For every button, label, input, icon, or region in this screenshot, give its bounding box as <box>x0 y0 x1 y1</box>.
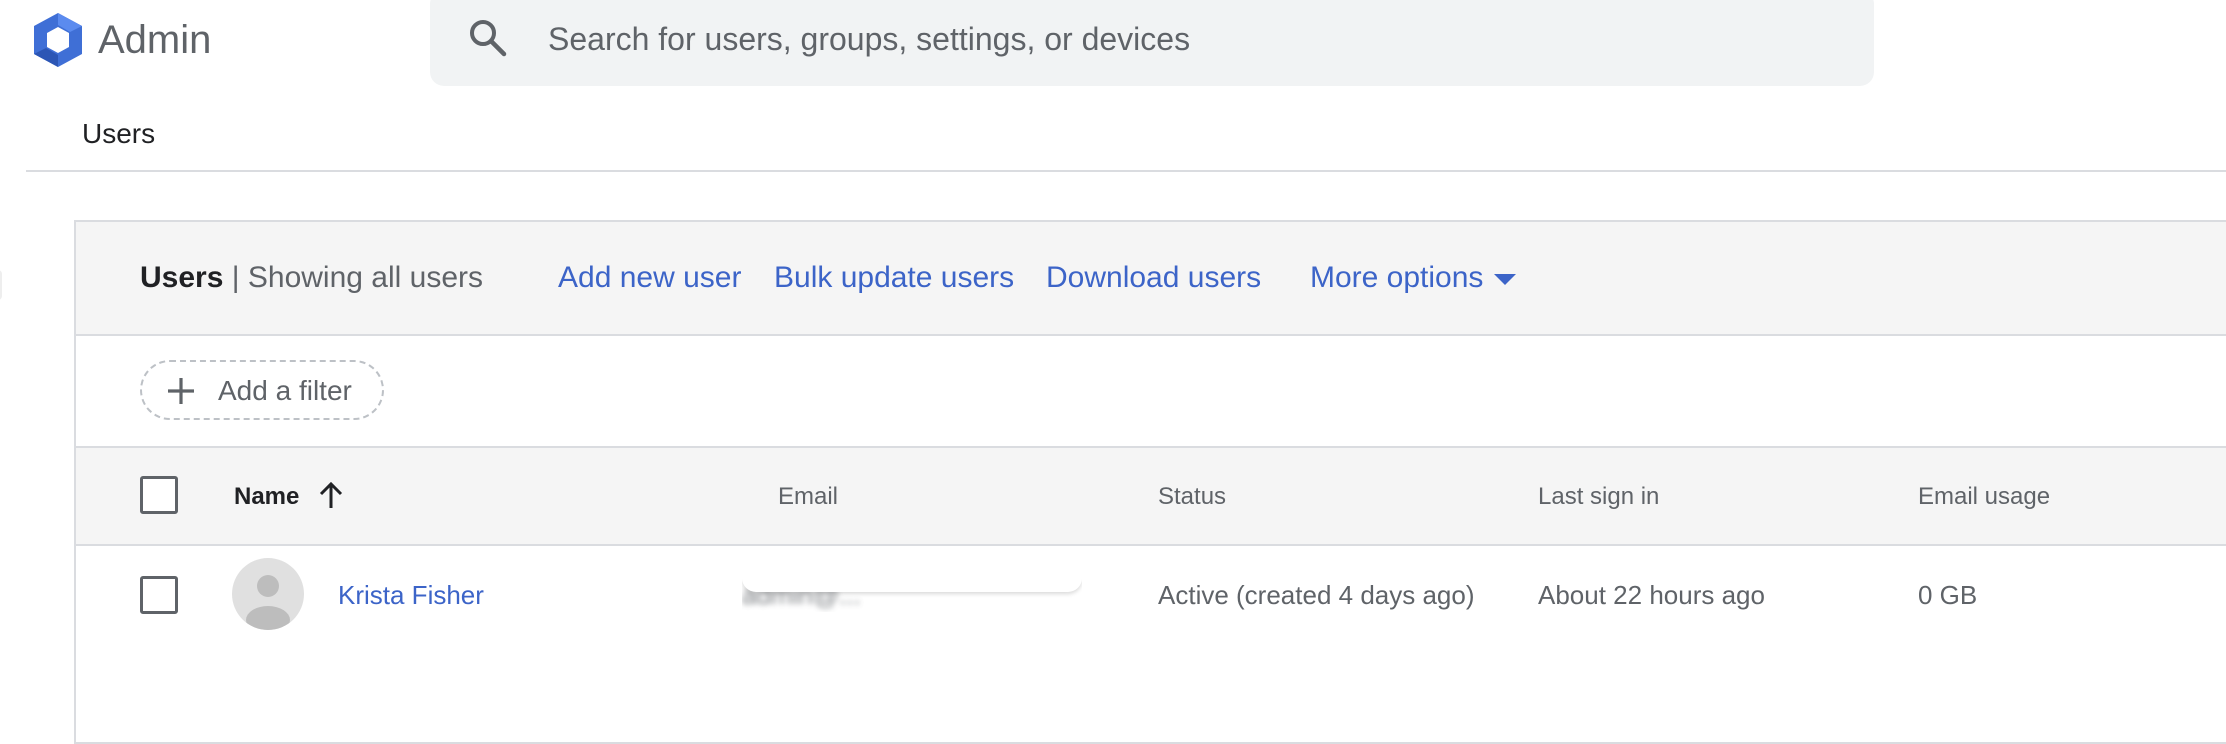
column-header-email-usage[interactable]: Email usage <box>1918 482 2050 512</box>
user-last-sign-in: About 22 hours ago <box>1538 580 1765 610</box>
admin-logo-icon[interactable] <box>28 10 88 70</box>
header-divider <box>26 170 2226 172</box>
user-email-usage: 0 GB <box>1918 580 1978 610</box>
search-bar[interactable] <box>430 0 1874 86</box>
row-checkbox[interactable] <box>140 576 178 614</box>
column-header-email[interactable]: Email <box>778 482 838 512</box>
sidebar-edge <box>0 270 2 300</box>
table-row[interactable]: Krista Fisher admin@... Active (created … <box>76 546 2226 646</box>
chevron-down-icon[interactable] <box>1494 274 1516 285</box>
users-card: Users | Showing all users Add new user B… <box>74 220 2226 744</box>
add-new-user-link[interactable]: Add new user <box>558 258 741 298</box>
card-header: Users | Showing all users Add new user B… <box>76 222 2226 336</box>
top-bar: Admin <box>0 0 2226 110</box>
search-icon[interactable] <box>466 16 510 60</box>
table-header: Name Email Status Last sign in Email usa… <box>76 448 2226 546</box>
bulk-update-users-link[interactable]: Bulk update users <box>774 258 1014 298</box>
more-options-link[interactable]: More options <box>1310 258 1483 298</box>
user-status: Active (created 4 days ago) <box>1158 580 1475 610</box>
plus-icon <box>168 378 194 404</box>
app-brand[interactable]: Admin <box>98 14 211 66</box>
column-header-name[interactable]: Name <box>234 482 299 512</box>
column-header-last-sign-in[interactable]: Last sign in <box>1538 482 1659 512</box>
avatar <box>232 558 304 630</box>
user-email: admin@... <box>742 578 1082 612</box>
user-name-link[interactable]: Krista Fisher <box>338 578 484 612</box>
card-title-separator: | <box>231 261 240 294</box>
card-title-main: Users <box>140 261 224 294</box>
filter-row: Add a filter <box>76 336 2226 448</box>
person-icon <box>246 575 290 630</box>
search-input[interactable] <box>546 12 1830 66</box>
download-users-link[interactable]: Download users <box>1046 258 1261 298</box>
add-filter-button[interactable]: Add a filter <box>140 360 384 420</box>
column-header-status[interactable]: Status <box>1158 482 1226 512</box>
email-redaction-mask <box>742 578 1082 592</box>
add-filter-label: Add a filter <box>218 375 352 406</box>
card-title-subtitle: Showing all users <box>247 261 484 294</box>
breadcrumb[interactable]: Users <box>82 118 155 150</box>
arrow-up-icon[interactable] <box>316 480 346 512</box>
card-title: Users | Showing all users <box>140 258 483 298</box>
select-all-checkbox[interactable] <box>140 476 178 514</box>
